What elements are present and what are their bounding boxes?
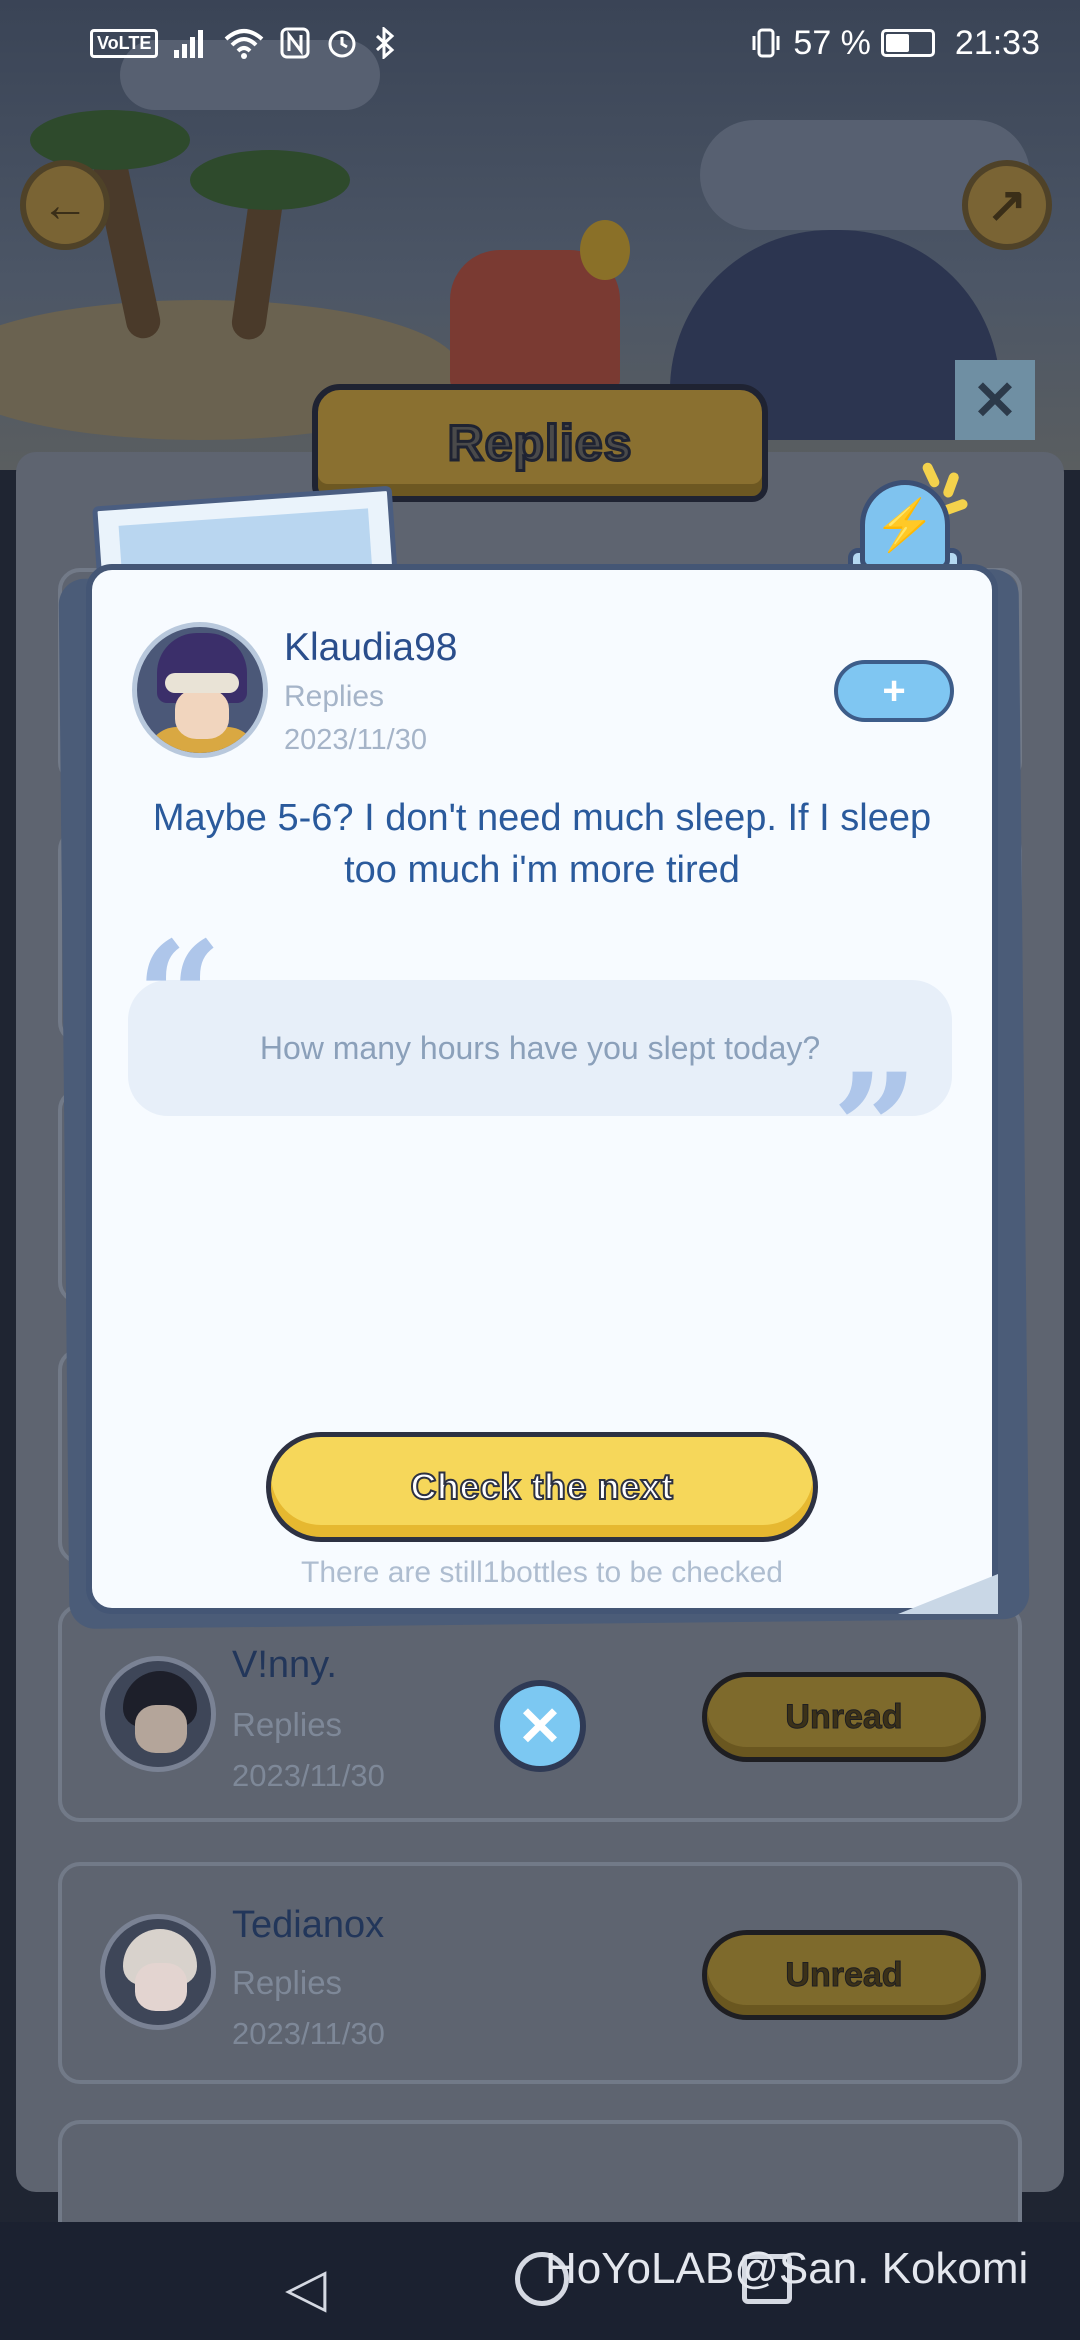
report-button[interactable]: ⚡ — [860, 480, 950, 570]
nfc-icon — [280, 27, 310, 59]
close-popup-button[interactable]: ✕ — [494, 1680, 586, 1772]
wifi-icon — [225, 29, 264, 59]
list-item[interactable]: Tedianox Replies 2023/11/30 Unread — [58, 1862, 1022, 2084]
nav-back-icon[interactable]: ◁ — [285, 2256, 327, 2319]
bluetooth-icon — [376, 27, 395, 59]
volte-icon: VoLTE — [90, 28, 159, 58]
watermark: HoYoLAB@San. Kokomi — [545, 2244, 1029, 2293]
reply-message: Maybe 5-6? I don't need much sleep. If I… — [152, 797, 932, 891]
close-icon: ✕ — [517, 1696, 563, 1757]
quote-open-icon: “ — [136, 909, 223, 1085]
coin-decoration — [580, 220, 630, 280]
reply-date: 2023/11/30 — [284, 724, 427, 756]
close-icon: ✕ — [972, 370, 1018, 431]
page-title-text: Replies — [446, 414, 633, 473]
lightning-icon: ⚡ — [873, 496, 937, 553]
remaining-count: There are still1bottles to be checked — [301, 1556, 783, 1589]
list-item — [58, 2120, 1022, 2222]
list-item-type: Replies — [232, 1706, 343, 1743]
bottle-card: Klaudia98 Replies 2023/11/30 + Maybe 5-6… — [86, 564, 998, 1614]
avatar — [100, 1656, 216, 1772]
reply-type: Replies — [284, 680, 385, 713]
back-button[interactable]: ← — [20, 160, 110, 250]
check-next-button[interactable]: Check the next — [266, 1432, 818, 1542]
avatar[interactable] — [132, 622, 268, 758]
vibrate-icon — [752, 28, 780, 58]
share-button[interactable]: ↗ — [962, 160, 1052, 250]
battery-percent: 57 % — [793, 23, 871, 62]
list-item-type: Replies — [232, 1964, 343, 2001]
page-title: Replies — [312, 384, 768, 502]
list-item-date: 2023/11/30 — [232, 1758, 385, 1793]
question-box: How many hours have you slept today? — [128, 980, 952, 1116]
signal-icon — [174, 30, 204, 58]
list-item-name: Tedianox — [232, 1904, 385, 1946]
arrow-left-icon: ← — [41, 178, 89, 232]
username[interactable]: Klaudia98 — [284, 626, 457, 670]
unread-button[interactable]: Unread — [702, 1930, 986, 2020]
avatar — [100, 1914, 216, 2030]
battery-icon — [880, 29, 935, 57]
unread-button[interactable]: Unread — [702, 1672, 986, 1762]
check-next-label: Check the next — [409, 1465, 674, 1508]
list-item-name: V!nny. — [232, 1644, 337, 1686]
quote-close-icon: ” — [832, 1041, 919, 1217]
sticky-close-button[interactable]: ✕ — [955, 360, 1035, 440]
question-text: How many hours have you slept today? — [259, 1029, 821, 1066]
list-item-date: 2023/11/30 — [232, 2016, 385, 2051]
follow-button[interactable]: + — [834, 660, 954, 722]
share-icon: ↗ — [986, 179, 1028, 232]
alarm-icon — [328, 30, 356, 58]
status-bar: VoLTE 57 % 21:33 — [0, 0, 1080, 86]
palm-leaf-decoration — [190, 150, 350, 210]
clock: 21:33 — [954, 23, 1040, 62]
plus-icon: + — [882, 668, 906, 713]
